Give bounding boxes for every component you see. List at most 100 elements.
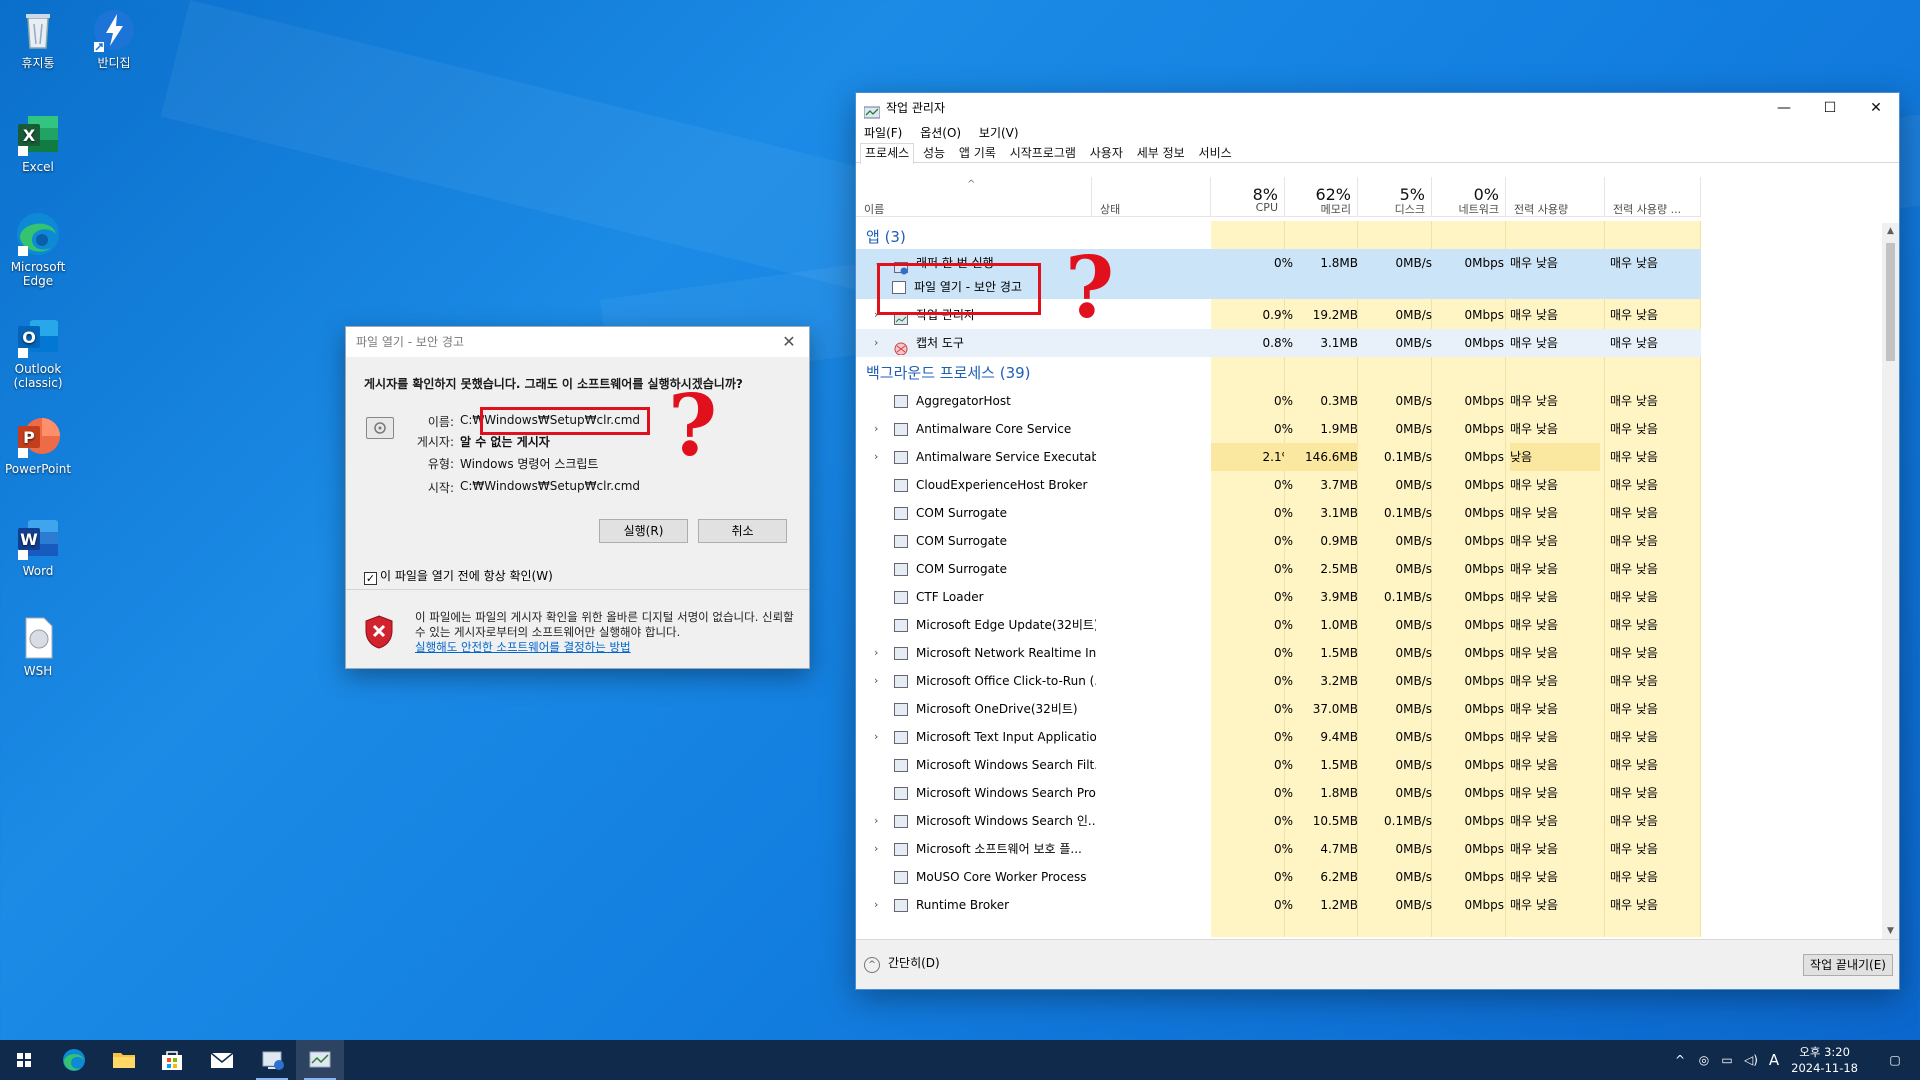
chevron-right-icon[interactable]: ›	[874, 443, 878, 471]
process-row[interactable]: › Antimalware Service Executable 2.1% 146.6…	[856, 443, 1701, 471]
tab-startup[interactable]: 시작프로그램	[1005, 143, 1081, 163]
taskbar-wrapper-app[interactable]	[248, 1040, 296, 1080]
process-row[interactable]: › Antimalware Core Service 0% 1.9MB 0MB/s 0Mb…	[856, 415, 1701, 443]
menu-options[interactable]: 옵션(O)	[920, 126, 961, 140]
desktop-icon-bandizip[interactable]: 반디집	[76, 6, 152, 70]
fewer-details-button[interactable]: ^ 간단히(D)	[864, 954, 940, 973]
process-row[interactable]: › Microsoft Text Input Application 0% 9.4MB…	[856, 723, 1701, 751]
scrollbar-thumb[interactable]	[1886, 243, 1895, 361]
process-row[interactable]: › 캡처 도구 0.8% 3.1MB 0MB/s 0Mbps 매우 낮음 매우 낮음	[856, 329, 1701, 357]
taskbar-mail[interactable]	[198, 1040, 246, 1080]
process-row[interactable]: AggregatorHost 0% 0.3MB 0MB/s 0Mbps 매우 낮음 매우 낮…	[856, 387, 1701, 415]
desktop-icon-excel[interactable]: X Excel	[0, 110, 76, 174]
tab-users[interactable]: 사용자	[1085, 143, 1128, 163]
process-row[interactable]: Microsoft Edge Update(32비트) 0% 1.0MB 0MB/s 0…	[856, 611, 1701, 639]
process-row[interactable]: COM Surrogate 0% 2.5MB 0MB/s 0Mbps 매우 낮음 매우 낮음	[856, 555, 1701, 583]
tab-app-history[interactable]: 앱 기록	[954, 143, 1001, 163]
chevron-right-icon[interactable]: ›	[874, 723, 878, 751]
always-check-checkbox[interactable]: ✓ 이 파일을 열기 전에 항상 확인(W)	[364, 567, 553, 585]
desktop-icon-edge[interactable]: Microsoft Edge	[0, 210, 76, 288]
column-network-header[interactable]: 0% 네트워크	[1432, 177, 1506, 217]
process-name-cell: › 캡처 도구	[866, 329, 1096, 357]
menu-file[interactable]: 파일(F)	[864, 126, 902, 140]
desktop-icon-powerpoint[interactable]: P PowerPoint	[0, 412, 76, 476]
cpu-value: 0%	[1273, 786, 1293, 800]
scroll-up-icon[interactable]: ▲	[1882, 223, 1899, 239]
close-icon[interactable]: ✕	[775, 327, 803, 357]
process-row[interactable]: CloudExperienceHost Broker 0% 3.7MB 0MB/s 0M…	[856, 471, 1701, 499]
column-cpu-header[interactable]: 8% CPU	[1211, 177, 1285, 217]
warning-help-link[interactable]: 실행해도 안전한 소프트웨어를 결정하는 방법	[415, 640, 800, 655]
taskbar-edge[interactable]	[50, 1040, 98, 1080]
desktop-icon-outlook[interactable]: O Outlook (classic)	[0, 312, 76, 390]
wsh-file-icon	[14, 614, 62, 662]
notification-icon[interactable]: ▢	[1880, 1040, 1910, 1080]
process-row[interactable]: › Microsoft 소프트웨어 보호 플... 0% 4.7MB 0MB/s 0Mbp…	[856, 835, 1701, 863]
store-icon	[162, 1051, 182, 1070]
minimize-icon[interactable]: —	[1761, 93, 1807, 123]
process-row[interactable]: › Microsoft Office Click-to-Run (... 0% 3.2…	[856, 667, 1701, 695]
process-row[interactable]: Microsoft Windows Search Filt... 0% 1.5MB 0…	[856, 751, 1701, 779]
power-trend-value: 매우 낮음	[1610, 394, 1658, 408]
disk-value: 0MB/s	[1395, 786, 1432, 800]
process-row[interactable]: COM Surrogate 0% 3.1MB 0.1MB/s 0Mbps 매우 낮음 매우 …	[856, 499, 1701, 527]
cpu-value: 0%	[1273, 618, 1293, 632]
column-memory-header[interactable]: 62% 메모리	[1285, 177, 1358, 217]
tab-performance[interactable]: 성능	[918, 143, 950, 163]
process-name-cell: COM Surrogate	[866, 499, 1096, 527]
column-disk-header[interactable]: 5% 디스크	[1358, 177, 1432, 217]
process-name-cell: CloudExperienceHost Broker	[866, 471, 1096, 499]
close-icon[interactable]: ✕	[1853, 93, 1899, 123]
column-status-header[interactable]: 상태	[1092, 177, 1211, 217]
chevron-right-icon[interactable]: ›	[874, 807, 878, 835]
task-manager-title-bar[interactable]: 작업 관리자 — ☐ ✕	[856, 93, 1899, 123]
tab-services[interactable]: 서비스	[1194, 143, 1237, 163]
run-button[interactable]: 실행(R)	[599, 519, 688, 543]
desktop-icon-word[interactable]: W Word	[0, 514, 76, 578]
process-row[interactable]: COM Surrogate 0% 0.9MB 0MB/s 0Mbps 매우 낮음 매우 낮음	[856, 527, 1701, 555]
chevron-right-icon[interactable]: ›	[874, 329, 878, 357]
process-row[interactable]: › Runtime Broker 0% 1.2MB 0MB/s 0Mbps 매우 낮음 매우 …	[856, 891, 1701, 919]
dialog-title-bar[interactable]: 파일 열기 - 보안 경고 ✕	[346, 327, 809, 357]
process-row[interactable]: Microsoft OneDrive(32비트) 0% 37.0MB 0MB/s 0Mb…	[856, 695, 1701, 723]
chevron-right-icon[interactable]: ›	[874, 835, 878, 863]
process-row[interactable]: › Microsoft Network Realtime Ins... 0% 1.5M…	[856, 639, 1701, 667]
chevron-right-icon[interactable]: ›	[874, 415, 878, 443]
menu-view[interactable]: 보기(V)	[979, 126, 1019, 140]
process-row[interactable]: CTF Loader 0% 3.9MB 0.1MB/s 0Mbps 매우 낮음 매우 낮음	[856, 583, 1701, 611]
desktop-icon-wsh[interactable]: WSH	[0, 614, 76, 678]
taskbar-store[interactable]	[148, 1040, 196, 1080]
cancel-button[interactable]: 취소	[698, 519, 787, 543]
network-icon[interactable]: ▭	[1716, 1040, 1738, 1080]
scroll-down-icon[interactable]: ▼	[1882, 923, 1899, 939]
tray-overflow-icon[interactable]: ^	[1670, 1040, 1690, 1080]
desktop-icon-label: Microsoft Edge	[10, 260, 66, 288]
taskbar-file-explorer[interactable]	[100, 1040, 148, 1080]
process-row[interactable]: › Microsoft Windows Search 인... 0% 10.5MB 0.…	[856, 807, 1701, 835]
start-button[interactable]	[0, 1040, 48, 1080]
process-row[interactable]: MoUSO Core Worker Process 0% 6.2MB 0MB/s 0Mb…	[856, 863, 1701, 891]
maximize-icon[interactable]: ☐	[1807, 93, 1853, 123]
end-task-button[interactable]: 작업 끝내기(E)	[1803, 954, 1893, 976]
tab-processes[interactable]: 프로세스	[860, 143, 915, 164]
tab-details[interactable]: 세부 정보	[1132, 143, 1190, 163]
ime-indicator[interactable]: A	[1764, 1040, 1784, 1080]
column-power-trend-header[interactable]: 전력 사용량 ...	[1605, 177, 1701, 217]
chevron-right-icon[interactable]: ›	[874, 639, 878, 667]
vertical-scrollbar[interactable]: ▲ ▼	[1882, 223, 1899, 939]
process-row[interactable]: Microsoft Windows Search Pro... 0% 1.8MB 0M…	[856, 779, 1701, 807]
chevron-right-icon[interactable]: ›	[874, 891, 878, 919]
column-name-header[interactable]: ^ 이름	[856, 177, 1092, 217]
desktop-icon-recycle-bin[interactable]: 휴지통	[0, 6, 76, 70]
tray-location-icon[interactable]: ◎	[1694, 1040, 1714, 1080]
disk-value: 0MB/s	[1395, 758, 1432, 772]
power-trend-value: 매우 낮음	[1610, 646, 1658, 660]
volume-icon[interactable]: ◁)	[1740, 1040, 1762, 1080]
chevron-right-icon[interactable]: ›	[874, 667, 878, 695]
svg-text:X: X	[23, 126, 36, 145]
taskbar-task-manager[interactable]	[296, 1040, 344, 1080]
process-name: Microsoft OneDrive(32비트)	[916, 702, 1078, 716]
excel-icon: X	[14, 110, 62, 158]
column-power-header[interactable]: 전력 사용량	[1506, 177, 1605, 217]
clock[interactable]: 오후 3:20 2024-11-18	[1791, 1044, 1858, 1076]
